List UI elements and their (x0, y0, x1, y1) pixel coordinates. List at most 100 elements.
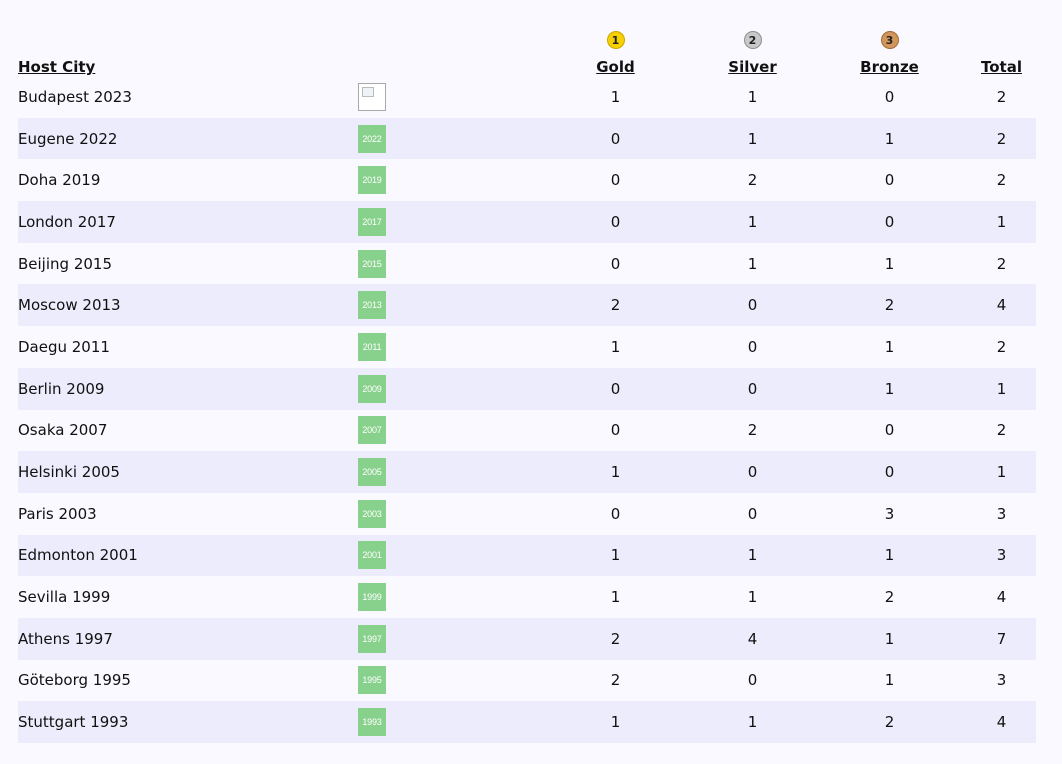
host-city-cell: Moscow 2013 (18, 296, 121, 315)
total-count-cell: 4 (996, 713, 1007, 732)
bronze-count-cell: 0 (884, 87, 895, 106)
silver-count-cell: 2 (747, 421, 758, 440)
silver-count-cell: 1 (747, 129, 758, 148)
badge-cell: 2003 (358, 493, 538, 535)
bronze-count-cell: 1 (884, 546, 895, 565)
host-city-header[interactable]: Host City (18, 14, 358, 76)
total-count-cell: 2 (996, 337, 1007, 356)
year-badge-image: 2013 (358, 291, 386, 320)
medal-table: Host City 1 Gold 2 Silver 3 Bronze Total… (18, 14, 1036, 743)
year-badge-image: 2007 (358, 416, 386, 445)
year-badge-image: 2001 (358, 541, 386, 570)
silver-header[interactable]: 2 Silver (693, 14, 812, 76)
year-badge-image: 2011 (358, 332, 386, 361)
total-count-cell: 1 (996, 379, 1007, 398)
table-row: Doha 2019 2019 0 2 0 2 (18, 159, 1036, 201)
badge-cell: 2007 (358, 410, 538, 452)
total-header[interactable]: Total (967, 14, 1036, 76)
gold-count-cell: 2 (610, 296, 621, 315)
host-city-cell: Berlin 2009 (18, 379, 105, 398)
total-count-cell: 1 (996, 212, 1007, 231)
gold-sort-link[interactable]: Gold (596, 58, 635, 76)
total-sort-link[interactable]: Total (981, 58, 1022, 76)
badge-cell: 1993 (358, 701, 538, 743)
silver-count-cell: 4 (747, 629, 758, 648)
host-city-cell: Sevilla 1999 (18, 588, 111, 607)
badge-cell: 2009 (358, 368, 538, 410)
badge-cell: 2001 (358, 535, 538, 577)
gold-count-cell: 1 (610, 713, 621, 732)
badge-cell: 2005 (358, 451, 538, 493)
gold-count-cell: 1 (610, 546, 621, 565)
bronze-count-cell: 0 (884, 463, 895, 482)
host-city-cell: Göteborg 1995 (18, 671, 131, 690)
total-count-cell: 2 (996, 129, 1007, 148)
badge-header (358, 14, 538, 76)
gold-header[interactable]: 1 Gold (538, 14, 693, 76)
broken-image-icon (358, 82, 386, 111)
host-city-sort-link[interactable]: Host City (18, 58, 95, 76)
total-count-cell: 3 (996, 546, 1007, 565)
header-row: Host City 1 Gold 2 Silver 3 Bronze Total (18, 14, 1036, 76)
silver-count-cell: 0 (747, 296, 758, 315)
total-count-cell: 4 (996, 296, 1007, 315)
gold-count-cell: 0 (610, 171, 621, 190)
year-badge-image: 2005 (358, 458, 386, 487)
table-row: Paris 2003 2003 0 0 3 3 (18, 493, 1036, 535)
table-row: Edmonton 2001 2001 1 1 1 3 (18, 534, 1036, 577)
gold-medal-icon: 1 (606, 31, 625, 49)
badge-cell: 1995 (358, 660, 538, 702)
total-count-cell: 7 (996, 629, 1007, 648)
total-count-cell: 2 (996, 87, 1007, 106)
bronze-count-cell: 1 (884, 379, 895, 398)
host-city-cell: Eugene 2022 (18, 129, 118, 148)
gold-count-cell: 1 (610, 87, 621, 106)
table-row: Sevilla 1999 1999 1 1 2 4 (18, 576, 1036, 618)
silver-count-cell: 1 (747, 713, 758, 732)
silver-sort-link[interactable]: Silver (728, 58, 776, 76)
table-row: Beijing 2015 2015 0 1 1 2 (18, 243, 1036, 285)
total-count-cell: 1 (996, 463, 1007, 482)
silver-count-cell: 0 (747, 671, 758, 690)
badge-cell: 2013 (358, 284, 538, 326)
table-body: Budapest 2023 1 1 0 2 Eugene 2022 2022 0 1 1 2 Doha… (18, 76, 1036, 743)
bronze-medal-icon: 3 (880, 31, 899, 49)
host-city-cell: Athens 1997 (18, 629, 113, 648)
table-row: Göteborg 1995 1995 2 0 1 3 (18, 660, 1036, 702)
silver-count-cell: 0 (747, 379, 758, 398)
badge-cell: 2019 (358, 159, 538, 201)
year-badge-image: 1993 (358, 708, 386, 737)
badge-cell: 1997 (358, 618, 538, 660)
year-badge-image: 2022 (358, 124, 386, 153)
host-city-cell: Beijing 2015 (18, 254, 112, 273)
host-city-cell: Osaka 2007 (18, 421, 108, 440)
bronze-count-cell: 0 (884, 212, 895, 231)
host-city-cell: Helsinki 2005 (18, 463, 120, 482)
host-city-cell: Doha 2019 (18, 171, 101, 190)
badge-cell: 2017 (358, 201, 538, 243)
year-badge-image: 1999 (358, 583, 386, 612)
gold-count-cell: 0 (610, 379, 621, 398)
bronze-count-cell: 0 (884, 421, 895, 440)
silver-count-cell: 1 (747, 254, 758, 273)
bronze-count-cell: 1 (884, 337, 895, 356)
table-row: Daegu 2011 2011 1 0 1 2 (18, 326, 1036, 368)
bronze-count-cell: 2 (884, 713, 895, 732)
bronze-header[interactable]: 3 Bronze (812, 14, 967, 76)
gold-count-cell: 0 (610, 212, 621, 231)
gold-count-cell: 0 (610, 504, 621, 523)
table-row: Budapest 2023 1 1 0 2 (18, 76, 1036, 118)
year-badge-image: 1997 (358, 624, 386, 653)
silver-medal-icon: 2 (743, 31, 762, 49)
gold-count-cell: 0 (610, 129, 621, 148)
bronze-sort-link[interactable]: Bronze (860, 58, 919, 76)
total-count-cell: 2 (996, 254, 1007, 273)
year-badge-image: 2019 (358, 166, 386, 195)
silver-count-cell: 1 (747, 212, 758, 231)
badge-cell: 1999 (358, 576, 538, 618)
silver-count-cell: 1 (747, 588, 758, 607)
badge-cell: 2015 (358, 243, 538, 285)
silver-count-cell: 1 (747, 87, 758, 106)
bronze-count-cell: 2 (884, 588, 895, 607)
host-city-cell: Stuttgart 1993 (18, 713, 129, 732)
